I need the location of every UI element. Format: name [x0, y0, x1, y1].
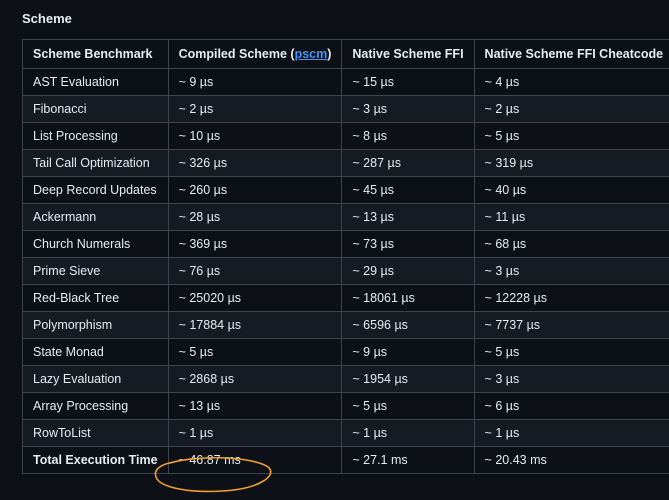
ffi-time-cell: ~ 29 µs: [341, 257, 475, 285]
cheatcode-time-cell: ~ 6 µs: [473, 392, 669, 420]
table-row: Fibonacci ~ 2 µs ~ 3 µs ~ 2 µs: [22, 95, 669, 123]
compiled-time-cell: ~ 260 µs: [167, 176, 343, 204]
benchmark-name-cell: State Monad: [22, 338, 169, 366]
cheatcode-time-cell: ~ 5 µs: [473, 338, 669, 366]
ffi-time-cell: ~ 45 µs: [341, 176, 475, 204]
benchmark-name-cell: Ackermann: [22, 203, 169, 231]
table-row: Lazy Evaluation ~ 2868 µs ~ 1954 µs ~ 3 …: [22, 365, 669, 393]
header-native-ffi-cheatcode: Native Scheme FFI Cheatcode: [473, 39, 669, 69]
compiled-time-cell: ~ 17884 µs: [167, 311, 343, 339]
table-row: Polymorphism ~ 17884 µs ~ 6596 µs ~ 7737…: [22, 311, 669, 339]
ffi-time-cell: ~ 6596 µs: [341, 311, 475, 339]
benchmark-name-cell: Fibonacci: [22, 95, 169, 123]
benchmark-name-cell: Array Processing: [22, 392, 169, 420]
cheatcode-time-cell: ~ 5 µs: [473, 122, 669, 150]
benchmark-name-cell: Red-Black Tree: [22, 284, 169, 312]
cheatcode-time-cell: ~ 3 µs: [473, 257, 669, 285]
table-row: Red-Black Tree ~ 25020 µs ~ 18061 µs ~ 1…: [22, 284, 669, 312]
compiled-time-cell: ~ 2 µs: [167, 95, 343, 123]
compiled-time-cell: ~ 1 µs: [167, 419, 343, 447]
compiled-time-cell: ~ 28 µs: [167, 203, 343, 231]
benchmark-name-cell: Lazy Evaluation: [22, 365, 169, 393]
table-header-row: Scheme Benchmark Compiled Scheme (pscm) …: [22, 39, 669, 69]
header-benchmark: Scheme Benchmark: [22, 39, 169, 69]
ffi-time-cell: ~ 5 µs: [341, 392, 475, 420]
table-row: Deep Record Updates ~ 260 µs ~ 45 µs ~ 4…: [22, 176, 669, 204]
ffi-time-cell: ~ 1 µs: [341, 419, 475, 447]
compiled-time-cell: ~ 5 µs: [167, 338, 343, 366]
benchmark-name-cell: Tail Call Optimization: [22, 149, 169, 177]
cheatcode-time-cell: ~ 3 µs: [473, 365, 669, 393]
benchmark-table: Scheme Benchmark Compiled Scheme (pscm) …: [22, 39, 669, 474]
benchmark-name-cell: Prime Sieve: [22, 257, 169, 285]
table-row: AST Evaluation ~ 9 µs ~ 15 µs ~ 4 µs: [22, 68, 669, 96]
cheatcode-time-cell: ~ 11 µs: [473, 203, 669, 231]
total-cheatcode-cell: ~ 20.43 ms: [473, 446, 669, 474]
table-row: Ackermann ~ 28 µs ~ 13 µs ~ 11 µs: [22, 203, 669, 231]
benchmark-name-cell: Church Numerals: [22, 230, 169, 258]
section-title: Scheme: [22, 11, 72, 26]
header-compiled-suffix: ): [327, 47, 332, 61]
benchmark-name-cell: AST Evaluation: [22, 68, 169, 96]
ffi-time-cell: ~ 9 µs: [341, 338, 475, 366]
benchmark-name-cell: List Processing: [22, 122, 169, 150]
cheatcode-time-cell: ~ 4 µs: [473, 68, 669, 96]
cheatcode-time-cell: ~ 1 µs: [473, 419, 669, 447]
table-row: RowToList ~ 1 µs ~ 1 µs ~ 1 µs: [22, 419, 669, 447]
table-row: Church Numerals ~ 369 µs ~ 73 µs ~ 68 µs: [22, 230, 669, 258]
compiled-time-cell: ~ 2868 µs: [167, 365, 343, 393]
header-compiled-prefix: Compiled Scheme (: [178, 47, 295, 61]
benchmark-name-cell: RowToList: [22, 419, 169, 447]
ffi-time-cell: ~ 8 µs: [341, 122, 475, 150]
ffi-time-cell: ~ 3 µs: [341, 95, 475, 123]
cheatcode-time-cell: ~ 68 µs: [473, 230, 669, 258]
table-row: Prime Sieve ~ 76 µs ~ 29 µs ~ 3 µs: [22, 257, 669, 285]
total-ffi-cell: ~ 27.1 ms: [341, 446, 475, 474]
table-row: Array Processing ~ 13 µs ~ 5 µs ~ 6 µs: [22, 392, 669, 420]
ffi-time-cell: ~ 18061 µs: [341, 284, 475, 312]
total-compiled-cell: ~ 46.87 ms: [167, 446, 343, 474]
header-native-ffi: Native Scheme FFI: [341, 39, 475, 69]
compiled-time-cell: ~ 25020 µs: [167, 284, 343, 312]
ffi-time-cell: ~ 13 µs: [341, 203, 475, 231]
cheatcode-time-cell: ~ 7737 µs: [473, 311, 669, 339]
total-row: Total Execution Time ~ 46.87 ms ~ 27.1 m…: [22, 446, 669, 474]
table-row: Tail Call Optimization ~ 326 µs ~ 287 µs…: [22, 149, 669, 177]
compiled-time-cell: ~ 9 µs: [167, 68, 343, 96]
cheatcode-time-cell: ~ 12228 µs: [473, 284, 669, 312]
cheatcode-time-cell: ~ 40 µs: [473, 176, 669, 204]
pscm-link[interactable]: pscm: [295, 47, 328, 61]
ffi-time-cell: ~ 73 µs: [341, 230, 475, 258]
header-compiled-scheme: Compiled Scheme (pscm): [167, 39, 343, 69]
ffi-time-cell: ~ 287 µs: [341, 149, 475, 177]
benchmark-name-cell: Deep Record Updates: [22, 176, 169, 204]
cheatcode-time-cell: ~ 319 µs: [473, 149, 669, 177]
compiled-time-cell: ~ 10 µs: [167, 122, 343, 150]
total-label-cell: Total Execution Time: [22, 446, 169, 474]
compiled-time-cell: ~ 369 µs: [167, 230, 343, 258]
table-row: State Monad ~ 5 µs ~ 9 µs ~ 5 µs: [22, 338, 669, 366]
compiled-time-cell: ~ 13 µs: [167, 392, 343, 420]
benchmark-name-cell: Polymorphism: [22, 311, 169, 339]
cheatcode-time-cell: ~ 2 µs: [473, 95, 669, 123]
ffi-time-cell: ~ 15 µs: [341, 68, 475, 96]
compiled-time-cell: ~ 76 µs: [167, 257, 343, 285]
ffi-time-cell: ~ 1954 µs: [341, 365, 475, 393]
table-row: List Processing ~ 10 µs ~ 8 µs ~ 5 µs: [22, 122, 669, 150]
compiled-time-cell: ~ 326 µs: [167, 149, 343, 177]
